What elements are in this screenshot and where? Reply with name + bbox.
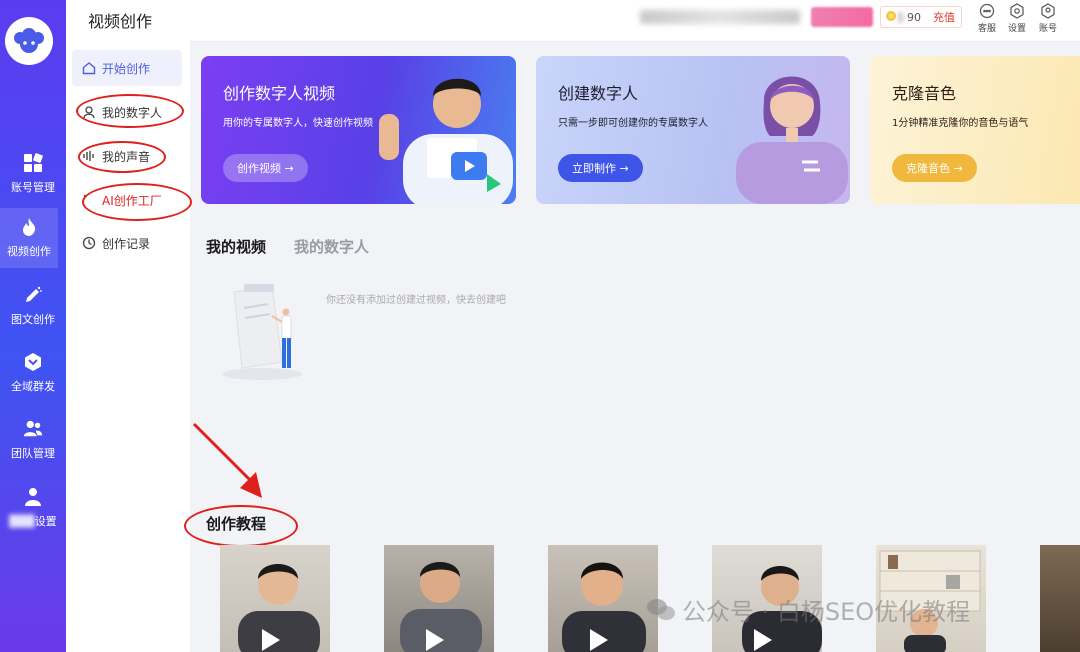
pen-icon bbox=[23, 285, 43, 305]
tutorial-video-thumbnail[interactable] bbox=[1040, 545, 1080, 652]
rail-item-label: 视频创作 bbox=[7, 245, 51, 258]
subnav-label: 我的数字人 bbox=[102, 105, 163, 120]
rail-item-label: 账号管理 bbox=[11, 181, 55, 194]
top-icon-label: 客服 bbox=[977, 24, 996, 34]
make-now-button[interactable]: 立即制作 → bbox=[558, 154, 643, 182]
grid-icon bbox=[23, 153, 43, 173]
tutorial-video-thumbnail[interactable] bbox=[548, 545, 658, 652]
top-icon-label: 设置 bbox=[1007, 24, 1026, 34]
card-subtitle: 只需一步即可创建你的专属数字人 bbox=[558, 118, 708, 129]
subnav-history[interactable]: 创作记录 bbox=[72, 225, 182, 261]
top-icon-label: 账号 bbox=[1038, 24, 1057, 34]
coin-balance[interactable]: 1 90 充值 bbox=[880, 6, 962, 28]
person-icon bbox=[23, 487, 43, 507]
watermark-text: 公众号 · 白杨SEO优化教程 bbox=[682, 598, 971, 626]
page-title: 视频创作 bbox=[88, 12, 153, 31]
sound-icon bbox=[82, 149, 96, 163]
card-subtitle: 1分钟精准克隆你的音色与语气 bbox=[892, 118, 1029, 129]
empty-state-text: 你还没有添加过创建过视频，快去创建吧 bbox=[326, 295, 506, 306]
rail-item-label: 全域群发 bbox=[11, 380, 55, 393]
team-icon bbox=[23, 419, 43, 439]
subnav-label: AI创作工厂 bbox=[102, 193, 162, 208]
create-avatar-video-card[interactable]: 创作数字人视频 用你的专属数字人，快速创作视频 创作视频 → bbox=[201, 56, 516, 204]
coin-icon bbox=[885, 10, 897, 25]
rail-item-broadcast[interactable]: 全域群发 bbox=[0, 343, 66, 403]
customer-service-button[interactable]: 客服 bbox=[974, 3, 1000, 39]
rail-item-account[interactable]: 账号管理 bbox=[0, 144, 66, 204]
rail-item-article[interactable]: 图文创作 bbox=[0, 276, 66, 336]
avatar-icon bbox=[82, 105, 96, 119]
account-button[interactable]: 账号 bbox=[1035, 3, 1061, 39]
recharge-button[interactable]: 充值 bbox=[933, 9, 955, 25]
sheep-logo-icon[interactable] bbox=[5, 17, 53, 65]
subnav-label: 开始创作 bbox=[102, 61, 151, 76]
tutorial-section-title: 创作教程 bbox=[206, 515, 267, 533]
factory-icon bbox=[82, 193, 96, 207]
play-icon bbox=[262, 629, 280, 651]
tutorial-video-thumbnail[interactable] bbox=[384, 545, 494, 652]
clock-icon bbox=[82, 236, 96, 250]
flame-icon bbox=[19, 217, 39, 237]
card-subtitle: 用你的专属数字人，快速创作视频 bbox=[223, 118, 373, 129]
presenter-illustration bbox=[379, 78, 513, 204]
chat-icon bbox=[979, 3, 995, 19]
subnav-label: 我的声音 bbox=[102, 149, 151, 164]
app-rail: 账号管理 视频创作 图文创作 全域群发 团队管理 ███设置 bbox=[0, 0, 66, 652]
card-title: 创作数字人视频 bbox=[223, 84, 336, 103]
play-icon bbox=[754, 629, 772, 651]
cube-icon bbox=[23, 352, 43, 372]
redacted-text: ███ bbox=[9, 515, 35, 528]
coin-value: 90 bbox=[907, 10, 921, 24]
gear-icon bbox=[1010, 3, 1024, 19]
vip-badge[interactable] bbox=[811, 7, 873, 27]
account-icon bbox=[1041, 3, 1055, 19]
create-video-button[interactable]: 创作视频 → bbox=[223, 154, 308, 182]
subnav-start-creating[interactable]: 开始创作 bbox=[72, 50, 182, 86]
rail-item-label: ███设置 bbox=[9, 513, 56, 529]
clone-voice-card[interactable]: 克隆音色 1分钟精准克隆你的音色与语气 克隆音色 → bbox=[870, 56, 1080, 204]
subnav-my-voice[interactable]: 我的声音 bbox=[72, 138, 182, 174]
create-digital-human-card[interactable]: 创建数字人 只需一步即可创建你的专属数字人 立即制作 → bbox=[536, 56, 850, 204]
redacted-user-info bbox=[640, 10, 800, 24]
tab-my-avatars[interactable]: 我的数字人 bbox=[294, 236, 369, 257]
play-icon bbox=[590, 629, 608, 651]
card-title: 创建数字人 bbox=[558, 84, 639, 103]
rail-item-team[interactable]: 团队管理 bbox=[0, 410, 66, 470]
redacted-text: 1 bbox=[897, 10, 904, 24]
rail-item-video[interactable]: 视频创作 bbox=[0, 208, 58, 268]
avatar-woman-illustration bbox=[736, 76, 848, 204]
watermark: 公众号 · 白杨SEO优化教程 bbox=[646, 592, 970, 627]
subnav-ai-factory[interactable]: AI创作工厂 bbox=[72, 182, 182, 218]
rail-item-settings[interactable]: ███设置 bbox=[0, 478, 66, 538]
subnav-label: 创作记录 bbox=[102, 236, 151, 251]
subnav-my-avatars[interactable]: 我的数字人 bbox=[72, 94, 182, 130]
card-title: 克隆音色 bbox=[892, 84, 957, 103]
home-icon bbox=[82, 61, 96, 75]
rail-item-label-text: 设置 bbox=[34, 515, 57, 528]
clone-voice-button[interactable]: 克隆音色 → bbox=[892, 154, 977, 182]
annotation-arrow bbox=[192, 422, 262, 498]
settings-button[interactable]: 设置 bbox=[1004, 3, 1030, 39]
play-icon bbox=[426, 629, 444, 651]
empty-state-illustration bbox=[222, 284, 302, 380]
tab-my-videos[interactable]: 我的视频 bbox=[206, 236, 266, 257]
wechat-icon bbox=[647, 598, 675, 620]
rail-item-label: 图文创作 bbox=[11, 313, 55, 326]
rail-item-label: 团队管理 bbox=[11, 447, 55, 460]
tutorial-video-thumbnail[interactable] bbox=[220, 545, 330, 652]
